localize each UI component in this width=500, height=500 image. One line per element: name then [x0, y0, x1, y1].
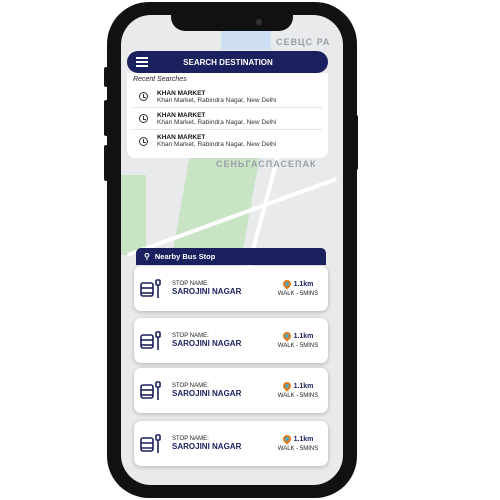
item-address: Khan Market, Rabindra Nagar, New Delhi	[157, 141, 277, 148]
stop-distance: 1.1km	[293, 435, 314, 443]
location-pin-icon	[280, 380, 293, 392]
bus-stop-icon	[140, 278, 162, 299]
recent-title: Recent Searches	[133, 76, 187, 83]
bus-stop-icon	[140, 330, 162, 351]
history-icon	[139, 114, 148, 123]
bus-stop-icon	[140, 380, 162, 401]
history-icon	[139, 136, 148, 146]
item-name: KHAN MARKET	[157, 134, 206, 141]
item-address: Khan Market, Rabindra Nagar, New Delhi	[157, 96, 277, 104]
stop-name: SAROJINI NAGAR	[172, 339, 242, 348]
phone-button	[354, 115, 358, 170]
list-item[interactable]: KHAN MARKET Khan Market, Rabindra Nagar, …	[133, 108, 322, 130]
bus-stop-card[interactable]: STOP NAME: SAROJINI NAGAR 1.1km WALK - 5MI…	[134, 266, 328, 311]
bus-stop-card[interactable]: STOP NAME: SAROJINI NAGAR 1.1km WALK - 5MI…	[134, 421, 328, 466]
app-screen: СЕНЬГАСПАСЕПАК СЕВЦС РА SEARCH DESTINATI…	[121, 15, 343, 485]
walk-time: WALK - 5MINS	[277, 291, 319, 297]
camera	[256, 19, 262, 25]
stop-distance: 1.1km	[293, 382, 314, 390]
list-item[interactable]: KHAN MARKET Khan Market, Rabindra Nagar, …	[133, 86, 322, 108]
stop-name: SAROJINI NAGAR	[172, 287, 242, 296]
menu-icon[interactable]	[136, 57, 148, 67]
stop-distance: 1.1km	[293, 332, 314, 340]
walk-time: WALK - 5MINS	[277, 343, 319, 349]
phone-button	[104, 145, 108, 181]
walk-time: WALK - 5MINS	[277, 446, 319, 452]
bus-stop-icon	[140, 433, 162, 454]
walk-time: WALK - 5MINS	[277, 393, 319, 399]
map-label: СЕВЦС РА	[276, 37, 331, 47]
stop-name: SAROJINI NAGAR	[172, 442, 242, 451]
phone-button	[104, 67, 108, 87]
item-address: Khan Market, Rabindra Nagar, New Delhi	[157, 118, 277, 126]
item-name: KHAN MARKET	[157, 111, 206, 119]
location-pin-icon	[280, 433, 293, 445]
search-title: SEARCH DESTINATION	[183, 57, 273, 67]
notch	[171, 15, 293, 31]
map-label: СЕНЬГАСПАСЕПАК	[216, 159, 317, 169]
history-icon	[139, 92, 148, 101]
bus-stop-card[interactable]: STOP NAME: SAROJINI NAGAR 1.1km WALK - 5MI…	[134, 368, 328, 413]
item-name: KHAN MARKET	[157, 89, 206, 97]
pin-icon: ⚲	[144, 252, 150, 261]
location-pin-icon	[280, 278, 293, 290]
phone-button	[104, 100, 108, 136]
bus-stop-card[interactable]: STOP NAME: SAROJINI NAGAR 1.1km WALK - 5MI…	[134, 318, 328, 363]
recent-searches: Recent Searches KHAN MARKET Khan Market, …	[127, 73, 328, 158]
location-pin-icon	[280, 330, 293, 342]
nearby-title: Nearby Bus Stop	[154, 252, 216, 261]
list-item[interactable]: KHAN MARKET Khan Market, Rabindra Nagar, …	[133, 130, 322, 152]
search-bar[interactable]: SEARCH DESTINATION	[127, 51, 328, 73]
nearby-header: ⚲ Nearby Bus Stop	[136, 248, 326, 265]
stop-distance: 1.1km	[293, 280, 314, 288]
stop-name: SAROJINI NAGAR	[172, 389, 242, 398]
